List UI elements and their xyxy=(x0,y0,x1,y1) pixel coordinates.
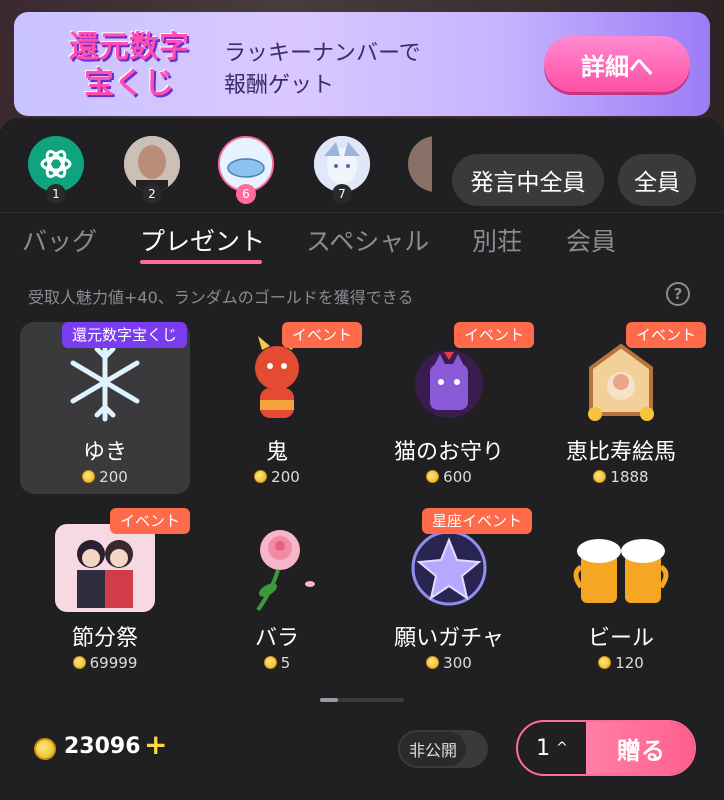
gift-price: 1888 xyxy=(536,468,706,486)
gift-price: 5 xyxy=(192,654,362,672)
gift-name: 鬼 xyxy=(265,440,288,465)
banner-text-line-2: 報酬ゲット xyxy=(224,73,335,98)
banner-text: ラッキーナンバーで 報酬ゲット xyxy=(224,38,524,102)
gift-name: 恵比寿絵馬 xyxy=(565,440,676,465)
quantity-value: 1 xyxy=(536,735,551,761)
gift-price: 600 xyxy=(364,468,534,486)
gift-badge: 還元数字宝くじ xyxy=(62,322,188,348)
gift-tabs: バッグ プレゼント スペシャル 別荘 会員 xyxy=(0,218,724,270)
gift-badge: イベント xyxy=(626,322,706,348)
gift-price: 200 xyxy=(20,468,190,486)
coin-icon xyxy=(426,656,440,669)
send-gift-button[interactable]: 贈る xyxy=(586,722,694,774)
banner-logo: 還元数字 宝くじ xyxy=(44,26,214,106)
gift-price: 120 xyxy=(536,654,706,672)
privacy-label: 非公開 xyxy=(400,732,466,766)
details-button[interactable]: 詳細へ xyxy=(544,36,690,92)
gift-price: 300 xyxy=(364,654,534,672)
gift-name: 願いガチャ xyxy=(394,626,504,651)
page-indicator xyxy=(320,698,404,702)
banner-text-line-1: ラッキーナンバーで xyxy=(224,41,421,66)
gift-card-rose[interactable]: バラ 5 xyxy=(192,508,362,680)
gift-card-setsubun[interactable]: 節分祭 69999 イベント xyxy=(20,508,190,680)
gift-badge: イベント xyxy=(454,322,534,348)
recipient-avatar-6[interactable]: 6 xyxy=(218,136,274,204)
avatar-number: 2 xyxy=(142,184,162,204)
coin-icon xyxy=(426,470,440,483)
recipient-bar: 1 2 6 7 発言中全員 全員 xyxy=(0,134,724,206)
divider xyxy=(0,212,724,213)
gift-price: 200 xyxy=(192,468,362,486)
tab-bag[interactable]: バッグ xyxy=(22,222,97,258)
gift-grid: ゆき 200 還元数字宝くじ 鬼 200 イベント 猫のお守り 600 イベント… xyxy=(0,320,724,690)
recipient-avatar-2[interactable]: 2 xyxy=(124,136,180,204)
logo-line-1: 還元数字 xyxy=(69,30,189,65)
all-button[interactable]: 全員 xyxy=(618,154,696,206)
gift-badge: イベント xyxy=(282,322,362,348)
coin-icon xyxy=(263,656,277,669)
gift-name: ゆき xyxy=(82,440,127,465)
coin-icon xyxy=(82,470,96,483)
gift-card-cat-charm[interactable]: 猫のお守り 600 イベント xyxy=(364,322,534,494)
avatar-number: 7 xyxy=(332,184,352,204)
logo-line-2: 宝くじ xyxy=(84,66,174,101)
coin-icon xyxy=(34,738,56,760)
tab-membership[interactable]: 会員 xyxy=(566,222,616,258)
avatar-number: 6 xyxy=(236,184,256,204)
coin-icon xyxy=(593,470,607,483)
chevron-up-icon: ^ xyxy=(556,740,568,756)
coin-icon xyxy=(72,656,86,669)
all-speakers-button[interactable]: 発言中全員 xyxy=(452,154,604,206)
lottery-banner[interactable]: 還元数字 宝くじ ラッキーナンバーで 報酬ゲット 詳細へ xyxy=(14,12,710,116)
recipient-avatar-1[interactable]: 1 xyxy=(28,136,84,204)
page-indicator-fill xyxy=(320,698,338,702)
gift-name: 節分祭 xyxy=(71,626,138,651)
help-icon[interactable]: ? xyxy=(666,282,690,306)
gift-card-ema[interactable]: 恵比寿絵馬 1888 イベント xyxy=(536,322,706,494)
tab-special[interactable]: スペシャル xyxy=(306,222,429,258)
send-control: 1 ^ 贈る xyxy=(516,720,696,776)
beer-mugs-icon xyxy=(566,516,676,620)
partial-avatar-icon xyxy=(408,136,432,192)
gift-badge: 星座イベント xyxy=(422,508,533,534)
tab-present[interactable]: プレゼント xyxy=(140,222,265,258)
recipient-avatar-partial[interactable] xyxy=(408,136,432,192)
gift-name: 猫のお守り xyxy=(393,440,504,465)
coin-icon xyxy=(254,470,268,483)
gift-hint-text: 受取人魅力値+40、ランダムのゴールドを獲得できる xyxy=(28,288,414,307)
gift-name: バラ xyxy=(254,626,299,651)
recharge-plus-icon[interactable]: + xyxy=(144,728,167,761)
avatar-number: 1 xyxy=(46,184,66,204)
gift-card-beer[interactable]: ビール 120 xyxy=(536,508,706,680)
gift-card-wish-gacha[interactable]: 願いガチャ 300 星座イベント xyxy=(364,508,534,680)
recipient-avatar-7[interactable]: 7 xyxy=(314,136,370,204)
gift-panel: 1 2 6 7 発言中全員 全員 バッグ プレゼント スペシャル 別荘 会員 受… xyxy=(0,118,724,800)
gift-badge: イベント xyxy=(110,508,190,534)
active-tab-indicator xyxy=(140,260,262,264)
tab-villa[interactable]: 別荘 xyxy=(472,222,522,258)
quantity-selector[interactable]: 1 ^ xyxy=(518,722,586,774)
coin-icon xyxy=(598,656,612,669)
coin-balance: 23096 xyxy=(64,734,141,759)
gift-price: 69999 xyxy=(20,654,190,672)
gift-card-yuki[interactable]: ゆき 200 還元数字宝くじ xyxy=(20,322,190,494)
privacy-toggle[interactable]: 非公開 xyxy=(398,730,488,768)
rose-icon xyxy=(222,516,332,620)
gift-name: ビール xyxy=(587,626,654,651)
footer-bar: 23096 + 非公開 1 ^ 贈る xyxy=(0,720,724,790)
gift-card-oni[interactable]: 鬼 200 イベント xyxy=(192,322,362,494)
